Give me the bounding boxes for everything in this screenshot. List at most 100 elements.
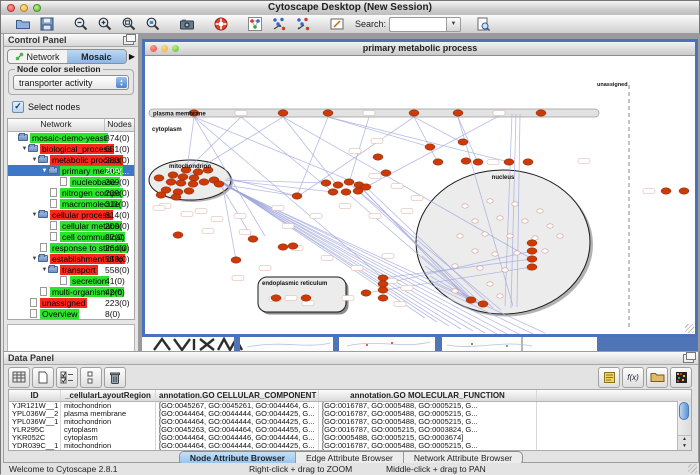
expander-icon[interactable]: ▼ <box>41 168 48 174</box>
matrix-button[interactable] <box>670 367 692 388</box>
save-session-button[interactable] <box>35 16 59 33</box>
node-color-dropdown[interactable]: transporter activity ▲▼ <box>13 75 129 90</box>
tree-row[interactable]: cellular metabo209(0) <box>8 220 134 231</box>
expander-icon[interactable]: ▼ <box>31 256 38 262</box>
tab-overflow-button[interactable]: ▶ <box>129 52 135 61</box>
tree-row[interactable]: ▼primary metabo209(... <box>8 165 134 176</box>
tree-row[interactable]: Overview8(0) <box>8 308 134 319</box>
delete-attribute-button[interactable] <box>104 367 126 388</box>
zoom-in-icon <box>97 16 113 32</box>
tree-row-label: Overview <box>40 309 79 319</box>
open-session-button[interactable] <box>11 16 35 33</box>
fit-content-button[interactable] <box>117 16 141 33</box>
vizmapper-button[interactable] <box>243 16 267 33</box>
select-attributes-button[interactable] <box>56 367 78 388</box>
expander-icon[interactable]: ▼ <box>21 146 28 152</box>
tab-network[interactable]: Network <box>8 50 67 63</box>
filter-button[interactable] <box>471 16 495 33</box>
table-scrollbar[interactable]: ▲▼ <box>677 401 691 450</box>
zoom-out-button[interactable] <box>69 16 93 33</box>
tree-row[interactable]: secretion41(0) <box>8 275 134 286</box>
attribute-list-button[interactable] <box>80 367 102 388</box>
new-attribute-button[interactable] <box>32 367 54 388</box>
page-icon <box>60 276 67 285</box>
expander-icon[interactable]: ▼ <box>31 157 38 163</box>
tree-col-nodes[interactable]: Nodes <box>105 119 134 131</box>
network-window-title: primary metabolic process <box>145 43 695 53</box>
tree-row[interactable]: ▼biological_process651(0) <box>8 143 134 154</box>
tree-row[interactable]: cell communicat22(0) <box>8 231 134 242</box>
unassigned-label: unassigned <box>597 82 628 88</box>
search-dropdown-button[interactable]: ▼ <box>447 17 461 32</box>
col-region[interactable]: _cellularLayoutRegion <box>61 390 156 401</box>
expander-icon[interactable]: ▼ <box>41 267 48 273</box>
table-cell: [GO:0045267, GO:0045261, GO:0044464, G..… <box>156 402 319 410</box>
col-cellular-component[interactable]: annotation.GO CELLULAR_COMPONENT <box>156 390 319 401</box>
table-row[interactable]: YJR121W__1mitochondrion[GO:0045267, GO:0… <box>9 402 691 410</box>
app-titlebar[interactable]: Cytoscape Desktop (New Session) <box>1 1 699 16</box>
folder-icon <box>38 156 48 163</box>
table-row[interactable]: YLR295Ccytoplasm[GO:0045263, GO:0044464,… <box>9 426 691 434</box>
tree-row[interactable]: ▼cellular process614(0) <box>8 209 134 220</box>
table-row[interactable]: YKR052Ccytoplasm[GO:0044464, GO:0044446,… <box>9 434 691 442</box>
tree-row[interactable]: ▼establishment of lo558(0) <box>8 253 134 264</box>
scroll-down-button[interactable]: ▼ <box>678 443 691 450</box>
import-attributes-button[interactable] <box>646 367 668 388</box>
snapshot-button[interactable] <box>175 16 199 33</box>
float-data-panel-icon[interactable] <box>683 354 694 363</box>
float-panel-icon[interactable] <box>123 36 134 45</box>
hide-nodes-button[interactable] <box>267 16 291 33</box>
table-cell: [GO:0044464, GO:0044444, GO:0044425, G..… <box>156 418 319 426</box>
page-icon <box>40 287 47 296</box>
col-molecular-function[interactable]: annotation.GO MOLECULAR_FUNCTION <box>319 390 537 401</box>
tree-row[interactable]: macromolecule311(0) <box>8 198 134 209</box>
select-nodes-checkbox[interactable]: ✓ <box>12 101 24 113</box>
network-window-titlebar[interactable]: primary metabolic process <box>145 42 695 56</box>
folder-icon <box>650 371 665 383</box>
annotation-button[interactable] <box>325 16 349 33</box>
scrollbar-thumb[interactable] <box>679 402 689 420</box>
annotation-icon <box>329 16 345 32</box>
window-resize-grip[interactable] <box>688 464 697 473</box>
zoom-in-button[interactable] <box>93 16 117 33</box>
attribute-grid-button[interactable] <box>8 367 30 388</box>
scroll-up-button[interactable]: ▲ <box>678 436 691 443</box>
folder-icon <box>28 145 38 152</box>
network-canvas[interactable]: plasma membranecytoplasmmitochondrionnuc… <box>145 56 695 334</box>
zoom-selected-button[interactable] <box>141 16 165 33</box>
mitochondrion-label: mitochondrion <box>169 164 211 170</box>
show-nodes-button[interactable] <box>291 16 315 33</box>
control-panel-title: Control Panel <box>8 35 67 45</box>
tree-row[interactable]: ▼transport558(0) <box>8 264 134 275</box>
tree-row[interactable]: response to stimulu264(0) <box>8 242 134 253</box>
table-row[interactable]: YPL036W__1mitochondrion[GO:0044464, GO:0… <box>9 418 691 426</box>
table-row[interactable]: YDR039C__1mitochondrion[GO:0044464, GO:0… <box>9 442 691 450</box>
network-desktop: primary metabolic process plasma membran… <box>139 33 700 351</box>
expander-icon[interactable]: ▼ <box>31 212 38 218</box>
tree-row[interactable]: unassigned223(0) <box>8 297 134 308</box>
tree-row[interactable]: nucleobase-209(0) <box>8 176 134 187</box>
table-cell: YKR052C <box>9 434 61 442</box>
tree-row[interactable]: mosaic-demo-yeast874(0) <box>8 132 134 143</box>
help-button[interactable] <box>209 16 233 33</box>
col-id[interactable]: ID <box>9 390 61 401</box>
formula-button[interactable]: f(x) <box>622 367 644 388</box>
tree-row-label: unassigned <box>40 298 87 308</box>
data-panel: Data Panel f(x) ID _cellularLayoutRegion… <box>3 351 699 463</box>
tree-col-network[interactable]: Network <box>8 119 105 131</box>
network-graph[interactable]: plasma membranecytoplasmmitochondrionnuc… <box>145 56 695 334</box>
table-row[interactable]: YPL036W__2plasma membrane[GO:0044464, GO… <box>9 410 691 418</box>
tab-mosaic[interactable]: Mosaic <box>67 50 126 63</box>
notepad-button[interactable] <box>598 367 620 388</box>
fx-icon: f(x) <box>627 373 639 382</box>
tree-row-count: 874(0) <box>105 133 130 143</box>
tree-row-count: 209(... <box>105 166 129 176</box>
tree-row[interactable]: multi-organism pro42(0) <box>8 286 134 297</box>
table-cell: YPL036W__2 <box>9 410 61 418</box>
background-windows[interactable] <box>142 337 698 351</box>
tree-row[interactable]: nitrogen compo209(0) <box>8 187 134 198</box>
canvas-resize-grip[interactable] <box>685 324 694 333</box>
checklist-icon <box>60 371 74 384</box>
tree-row[interactable]: ▼metabolic process280(0) <box>8 154 134 165</box>
search-input[interactable] <box>389 17 447 32</box>
